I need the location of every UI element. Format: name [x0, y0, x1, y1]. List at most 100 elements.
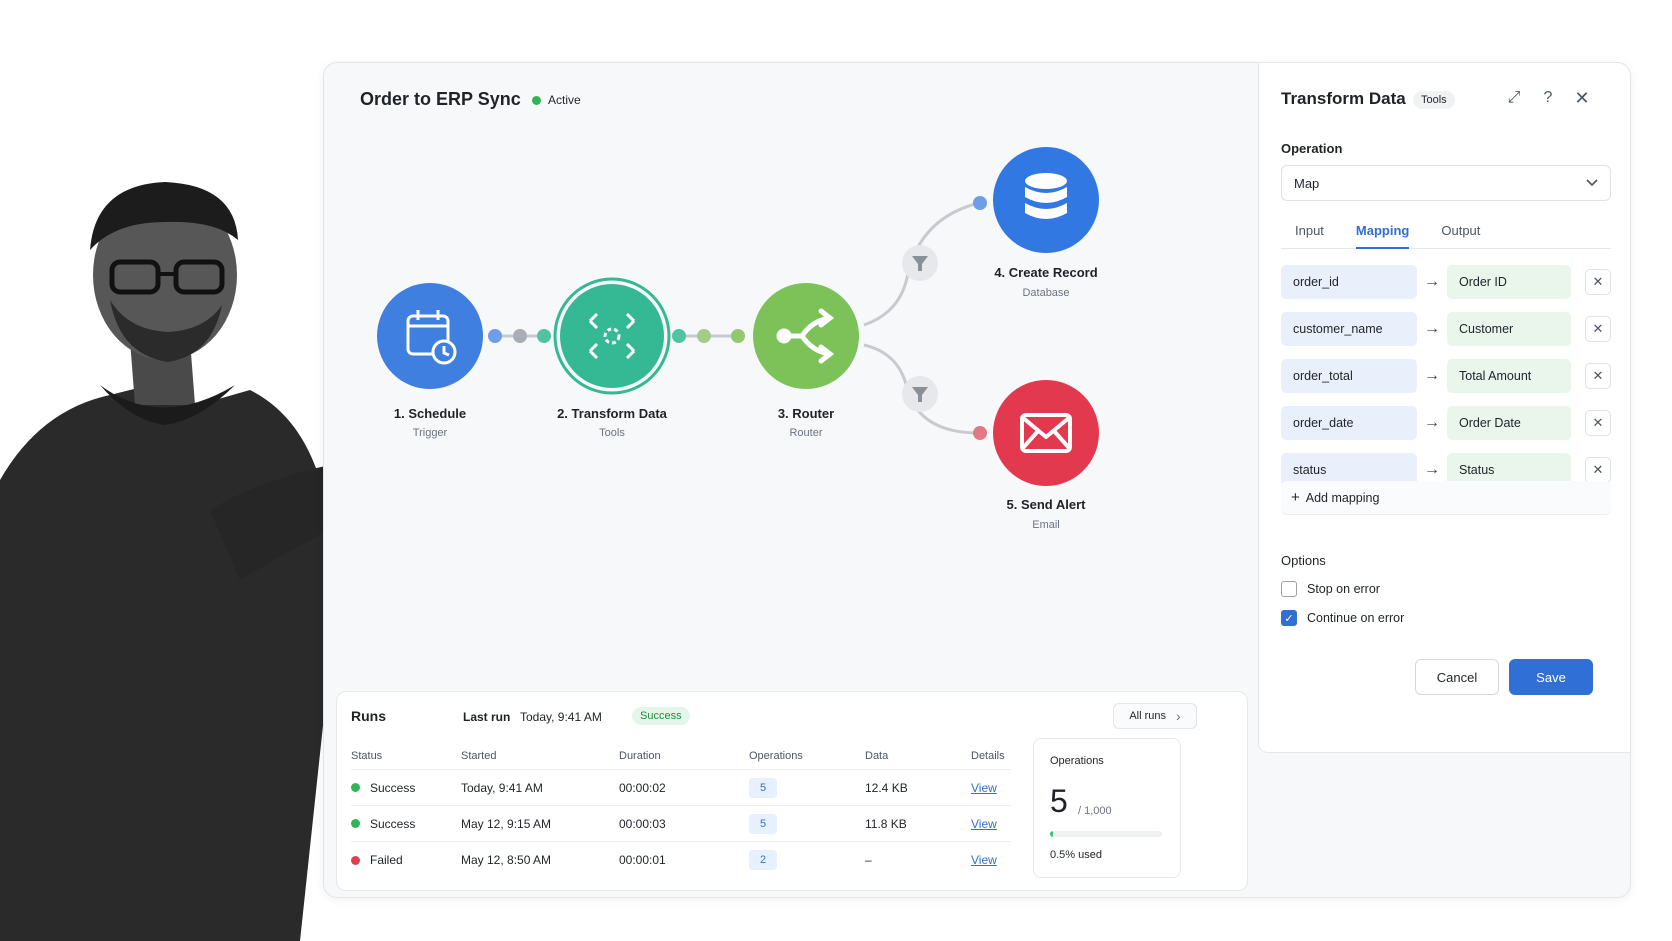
help-icon[interactable]: ? [1537, 87, 1559, 109]
col-operations: Operations [749, 749, 803, 762]
close-icon[interactable]: ✕ [1571, 87, 1593, 109]
view-link[interactable]: View [971, 781, 997, 795]
run-status-text: Success [370, 816, 416, 831]
all-runs-button[interactable]: All runs › [1113, 703, 1197, 729]
col-duration: Duration [619, 749, 661, 762]
run-status-text: Failed [370, 853, 403, 867]
failed-dot [351, 855, 360, 865]
success-dot [351, 783, 360, 792]
runs-panel: Runs Last run Today, 9:41 AM Success All… [336, 691, 1248, 891]
runs-table-header: Status Started Duration Operations Data … [351, 742, 1011, 770]
filter-icon[interactable] [902, 245, 938, 281]
tab-input[interactable]: Input [1295, 213, 1324, 248]
remove-mapping-button[interactable]: ✕ [1585, 410, 1611, 436]
connector-dot[interactable] [973, 196, 987, 210]
operations-progress-fill [1050, 831, 1054, 837]
run-ops: 5 [749, 777, 865, 798]
tab-output[interactable]: Output [1441, 213, 1480, 248]
run-status: Success [351, 781, 461, 795]
save-button[interactable]: Save [1509, 659, 1593, 695]
run-started: May 12, 9:15 AM [461, 816, 552, 831]
node-label-router: 3. Router [777, 406, 835, 421]
panel-title: Transform Data [1281, 89, 1406, 108]
run-ops: 5 [749, 813, 865, 834]
continue-on-error-checkbox[interactable]: ✓ [1281, 610, 1297, 626]
table-row[interactable]: Success Today, 9:41 AM 00:00:02 5 12.4 K… [351, 770, 1011, 806]
option-stop-on-error[interactable]: Stop on error [1281, 581, 1380, 597]
run-data: 12.4 KB [865, 780, 908, 795]
connector-dot[interactable] [537, 329, 551, 343]
chevron-down-icon [1586, 179, 1598, 187]
last-run-label: Last run [463, 710, 511, 724]
mapping-source-field[interactable]: order_date [1281, 406, 1417, 440]
node-transform[interactable] [553, 277, 671, 395]
col-status: Status [351, 749, 383, 762]
operation-select[interactable]: Map [1281, 165, 1611, 201]
stop-on-error-label: Stop on error [1307, 582, 1380, 596]
col-started: Started [461, 749, 497, 762]
run-details: View [971, 817, 1031, 831]
mapping-target-field[interactable]: Order Date [1447, 406, 1571, 440]
node-sub-email: Email [1032, 519, 1060, 531]
node-label-email: 5. Send Alert [1006, 497, 1086, 512]
arrow-right-icon: → [1424, 367, 1440, 384]
table-row[interactable]: Success May 12, 9:15 AM 00:00:03 5 11.8 … [351, 806, 1011, 842]
arrow-right-icon: → [1424, 461, 1440, 478]
mapping-row: order_id → Order ID ✕ [1281, 265, 1611, 299]
node-sub-database: Database [1022, 287, 1070, 299]
connector-dot[interactable] [672, 329, 686, 343]
connector-dot[interactable] [488, 329, 502, 343]
arrow-right-icon: → [1424, 273, 1440, 290]
node-router[interactable] [753, 283, 859, 389]
option-continue-on-error[interactable]: ✓ Continue on error [1281, 610, 1404, 626]
mapping-target-field[interactable]: Customer [1447, 312, 1571, 346]
chevron-right-icon: › [1176, 708, 1181, 724]
view-link[interactable]: View [971, 853, 997, 867]
mapping-target-field[interactable]: Total Amount [1447, 359, 1571, 393]
operations-used: 5 [1050, 783, 1068, 819]
mapping-list: order_id → Order ID ✕ customer_name → Cu… [1281, 265, 1611, 500]
node-email[interactable] [993, 380, 1099, 486]
node-sub-router: Router [789, 427, 823, 439]
table-row[interactable]: Failed May 12, 8:50 AM 00:00:01 2 – View [351, 842, 1011, 878]
add-mapping-button[interactable]: + Add mapping [1281, 481, 1611, 515]
connector-dot[interactable] [731, 329, 745, 343]
operation-value: Map [1294, 175, 1320, 191]
node-database[interactable] [993, 147, 1099, 253]
database-icon [1025, 173, 1067, 219]
col-data: Data [865, 749, 889, 762]
connector-dot[interactable] [513, 329, 527, 343]
tab-mapping[interactable]: Mapping [1355, 213, 1410, 249]
mapping-source-field[interactable]: order_total [1281, 359, 1417, 393]
operations-limit: / 1,000 [1078, 805, 1112, 817]
remove-mapping-button[interactable]: ✕ [1585, 363, 1611, 389]
runs-table: Status Started Duration Operations Data … [351, 742, 1011, 878]
arrow-right-icon: → [1424, 414, 1440, 431]
ops-chip: 5 [749, 777, 777, 798]
expand-icon[interactable]: ⤢ [1503, 87, 1525, 109]
operations-card: Operations 5 / 1,000 0.5% used [1033, 738, 1181, 878]
connector-dot[interactable] [973, 426, 987, 440]
node-schedule[interactable] [377, 283, 483, 389]
mapping-source-field[interactable]: order_id [1281, 265, 1417, 299]
view-link[interactable]: View [971, 817, 997, 831]
mapping-row: order_total → Total Amount ✕ [1281, 359, 1611, 393]
scenario-canvas: Order to ERP Sync Active 1. Schedule Tri… [324, 63, 1254, 683]
remove-mapping-button[interactable]: ✕ [1585, 457, 1611, 483]
run-ops: 2 [749, 850, 865, 870]
node-label-database: 4. Create Record [994, 265, 1098, 280]
operations-used-percent: 0.5% used [1050, 849, 1102, 861]
run-status: Success [351, 817, 461, 831]
filter-icon[interactable] [902, 376, 938, 412]
run-started: Today, 9:41 AM [461, 780, 543, 795]
stop-on-error-checkbox[interactable] [1281, 581, 1297, 597]
last-run-value: Today, 9:41 AM [520, 710, 602, 724]
node-sub-transform: Tools [599, 427, 625, 439]
mapping-source-field[interactable]: customer_name [1281, 312, 1417, 346]
remove-mapping-button[interactable]: ✕ [1585, 316, 1611, 342]
mapping-target-field[interactable]: Order ID [1447, 265, 1571, 299]
run-started: May 12, 8:50 AM [461, 853, 552, 867]
connector-dot[interactable] [697, 329, 711, 343]
cancel-button[interactable]: Cancel [1415, 659, 1499, 695]
remove-mapping-button[interactable]: ✕ [1585, 269, 1611, 295]
